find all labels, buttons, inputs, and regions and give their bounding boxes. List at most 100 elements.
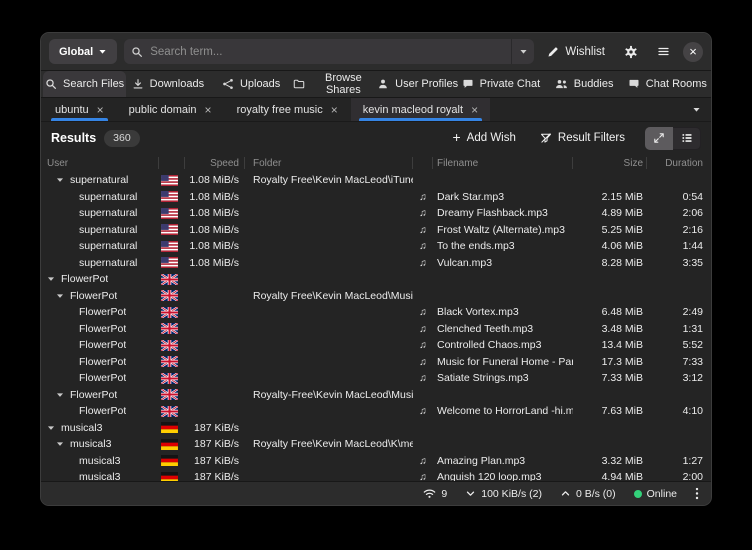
- search-tab-label: royalty free music: [237, 104, 323, 116]
- column-header-speed[interactable]: Speed: [185, 154, 245, 172]
- file-icon-cell: ♫: [413, 323, 433, 335]
- add-wish-button[interactable]: + Add Wish: [444, 125, 523, 151]
- expander-icon[interactable]: [56, 176, 66, 184]
- file-icon-cell: ♫: [413, 257, 433, 269]
- expander-icon[interactable]: [56, 440, 66, 448]
- column-header-file-icon[interactable]: [413, 154, 433, 172]
- tab-search-files[interactable]: Search Files: [43, 71, 126, 97]
- result-row[interactable]: FlowerPot Royalty Free\Kevin MacLeod\Mus…: [41, 288, 711, 305]
- result-row[interactable]: musical3 187 KiB/s: [41, 420, 711, 437]
- result-row[interactable]: supernatural 1.08 MiB/s ♫ Vulcan.mp3 8.2…: [41, 255, 711, 272]
- expander-icon[interactable]: [56, 292, 66, 300]
- search-history-dropdown[interactable]: [511, 39, 534, 64]
- result-row[interactable]: FlowerPot ♫ Controlled Chaos.mp3 13.4 Mi…: [41, 337, 711, 354]
- expander-icon[interactable]: [47, 424, 57, 432]
- online-status-label: Online: [647, 488, 677, 500]
- result-row[interactable]: musical3 187 KiB/s Royalty Free\Kevin Ma…: [41, 436, 711, 453]
- result-row[interactable]: supernatural 1.08 MiB/s ♫ Dreamy Flashba…: [41, 205, 711, 222]
- result-row[interactable]: FlowerPot ♫ Satiate Strings.mp3 7.33 MiB…: [41, 370, 711, 387]
- folder-cell: Royalty Free\Kevin MacLeod\iTunes: [245, 174, 413, 186]
- result-row[interactable]: FlowerPot ♫ Black Vortex.mp3 6.48 MiB 2:…: [41, 304, 711, 321]
- result-row[interactable]: supernatural 1.08 MiB/s ♫ To the ends.mp…: [41, 238, 711, 255]
- search-tab-kevin-macleod-royalt[interactable]: kevin macleod royalt×: [351, 98, 490, 121]
- search-tab-ubuntu[interactable]: ubuntu×: [43, 98, 116, 121]
- upload-speed-button[interactable]: 0 B/s (0): [552, 484, 624, 504]
- wishlist-label: Wishlist: [565, 46, 605, 58]
- tab-chat-rooms[interactable]: Chat Rooms: [626, 71, 709, 97]
- result-row[interactable]: FlowerPot: [41, 271, 711, 288]
- tab-overflow-button[interactable]: [681, 98, 711, 121]
- us-flag-icon: [159, 175, 185, 186]
- result-row[interactable]: FlowerPot Royalty-Free\Kevin MacLeod\Mus…: [41, 387, 711, 404]
- duration-cell: 2:06: [647, 207, 711, 219]
- close-tab-icon[interactable]: ×: [331, 103, 338, 117]
- upload-icon: [222, 78, 234, 90]
- uk-flag-icon: [159, 290, 185, 301]
- user-cell: supernatural: [41, 257, 159, 269]
- speed-cell: 1.08 MiB/s: [185, 191, 245, 203]
- expander-icon[interactable]: [56, 391, 66, 399]
- folder-cell: Royalty Free\Kevin MacLeod\Music\: [245, 290, 413, 302]
- download-speed-button[interactable]: 100 KiB/s (2): [457, 484, 550, 504]
- column-header-country[interactable]: [159, 154, 185, 172]
- search-input[interactable]: [150, 46, 511, 58]
- grouping-mode-toggle[interactable]: [673, 127, 701, 150]
- file-icon-cell: ♫: [413, 240, 433, 252]
- filename-cell: Anguish 120 loop.mp3: [433, 471, 573, 481]
- connection-status-button[interactable]: Online: [626, 484, 685, 504]
- music-note-icon: ♫: [419, 373, 427, 384]
- user-name: FlowerPot: [79, 372, 126, 384]
- tab-user-profiles[interactable]: User Profiles: [376, 71, 459, 97]
- expander-icon[interactable]: [47, 275, 57, 283]
- online-indicator-icon: [634, 490, 642, 498]
- result-row[interactable]: FlowerPot ♫ Music for Funeral Home - Par…: [41, 354, 711, 371]
- chevron-up-icon: [560, 488, 571, 499]
- uk-flag-icon: [159, 274, 185, 285]
- search-tab-royalty-free-music[interactable]: royalty free music ×: [225, 98, 350, 121]
- search-scope-label: Global: [59, 46, 93, 58]
- user-cell: FlowerPot: [41, 405, 159, 417]
- close-window-button[interactable]: ×: [683, 42, 703, 62]
- result-row[interactable]: supernatural 1.08 MiB/s Royalty Free\Kev…: [41, 172, 711, 189]
- tab-downloads[interactable]: Downloads: [126, 71, 209, 97]
- tab-private-chat[interactable]: Private Chat: [459, 71, 542, 97]
- folder-cell: Royalty Free\Kevin MacLeod\K\me: [245, 438, 413, 450]
- duration-cell: 1:31: [647, 323, 711, 335]
- main-menu-button[interactable]: [651, 39, 676, 65]
- result-filters-button[interactable]: Result Filters: [532, 125, 633, 151]
- music-note-icon: ♫: [419, 241, 427, 252]
- tab-label: Search Files: [63, 78, 124, 90]
- list-icon: [681, 132, 693, 144]
- tab-buddies[interactable]: Buddies: [543, 71, 626, 97]
- column-header-filename[interactable]: Filename: [433, 154, 573, 172]
- status-menu-button[interactable]: [687, 484, 707, 504]
- result-row[interactable]: supernatural 1.08 MiB/s ♫ Frost Waltz (A…: [41, 222, 711, 239]
- tab-browse-shares[interactable]: Browse Shares: [293, 71, 376, 97]
- tab-uploads[interactable]: Uploads: [210, 71, 293, 97]
- column-header-folder[interactable]: Folder: [245, 154, 413, 172]
- close-tab-icon[interactable]: ×: [205, 103, 212, 117]
- column-header-duration[interactable]: Duration: [647, 154, 711, 172]
- result-row[interactable]: FlowerPot ♫ Welcome to HorrorLand -hi.mp…: [41, 403, 711, 420]
- column-header-user[interactable]: User: [41, 154, 159, 172]
- filename-cell: Clenched Teeth.mp3: [433, 323, 573, 335]
- search-tab-public-domain[interactable]: public domain×: [117, 98, 224, 121]
- table-body[interactable]: supernatural 1.08 MiB/s Royalty Free\Kev…: [41, 172, 711, 481]
- expand-collapse-toggle[interactable]: [645, 127, 673, 150]
- speed-cell: 187 KiB/s: [185, 422, 245, 434]
- wishlist-button[interactable]: Wishlist: [541, 39, 611, 65]
- close-tab-icon[interactable]: ×: [97, 103, 104, 117]
- connections-status-button[interactable]: 9: [415, 484, 455, 504]
- result-row[interactable]: musical3 187 KiB/s ♫ Anguish 120 loop.mp…: [41, 469, 711, 481]
- preferences-button[interactable]: [618, 39, 644, 65]
- close-tab-icon[interactable]: ×: [471, 103, 478, 117]
- search-icon: [124, 46, 150, 58]
- result-row[interactable]: musical3 187 KiB/s ♫ Amazing Plan.mp3 3.…: [41, 453, 711, 470]
- search-scope-dropdown[interactable]: Global: [49, 39, 117, 64]
- wifi-icon: [423, 488, 436, 499]
- result-row[interactable]: supernatural 1.08 MiB/s ♫ Dark Star.mp3 …: [41, 189, 711, 206]
- de-flag-icon: [159, 472, 185, 481]
- column-header-size[interactable]: Size: [573, 154, 647, 172]
- duration-cell: 7:33: [647, 356, 711, 368]
- result-row[interactable]: FlowerPot ♫ Clenched Teeth.mp3 3.48 MiB …: [41, 321, 711, 338]
